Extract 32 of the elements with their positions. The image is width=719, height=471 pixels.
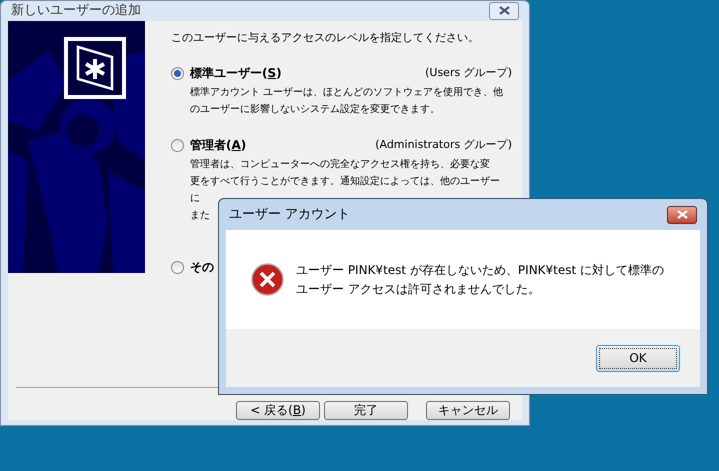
radio-button[interactable] bbox=[171, 138, 184, 152]
close-button[interactable] bbox=[667, 206, 697, 224]
error-message: ユーザー PINK¥test が存在しないため、PINK¥test に対して標準の bbox=[296, 262, 664, 278]
cancel-button[interactable]: キャンセル bbox=[426, 400, 510, 420]
close-button[interactable] bbox=[489, 2, 519, 20]
error-message: ユーザー アクセスは許可されませんでした。 bbox=[296, 280, 541, 298]
ok-button[interactable]: OK bbox=[596, 344, 680, 372]
radio-option[interactable]: その bbox=[171, 258, 214, 276]
group-label: (Administrators グループ) bbox=[375, 136, 513, 153]
description-text: 管理者は、コンピューターへの完全なアクセス権を持ち、必要な変 bbox=[190, 158, 490, 172]
description-text: また bbox=[190, 209, 210, 223]
radio-option[interactable]: 管理者(A) bbox=[171, 136, 246, 154]
dialog-title: ユーザー アカウント bbox=[229, 206, 350, 224]
group-label: (Users グループ) bbox=[425, 64, 513, 81]
option-label: その bbox=[190, 259, 214, 276]
close-icon bbox=[676, 210, 688, 219]
error-icon bbox=[251, 263, 284, 296]
finish-button[interactable]: 完了 bbox=[324, 400, 408, 420]
prompt-text: このユーザーに与えるアクセスのレベルを指定してください。 bbox=[171, 30, 479, 46]
key-icon bbox=[64, 36, 126, 98]
close-icon bbox=[498, 6, 510, 16]
window-title: 新しいユーザーの追加 bbox=[11, 2, 141, 20]
description-text: 標準アカウント ユーザーは、ほとんどのソフトウェアを使用でき、他 bbox=[190, 86, 504, 100]
description-text: 更をすべて行うことができます。通知設定によっては、他のユーザー bbox=[190, 174, 500, 189]
radio-button[interactable] bbox=[171, 66, 184, 80]
radio-button[interactable] bbox=[171, 260, 184, 274]
option-label: 管理者(A) bbox=[190, 137, 246, 154]
radio-option[interactable]: 標準ユーザー(S) bbox=[171, 64, 282, 82]
back-button[interactable]: < 戻る(B) bbox=[236, 400, 320, 420]
description-text: に bbox=[190, 192, 200, 206]
description-text: のユーザーに影響しないシステム設定を変更できます。 bbox=[190, 102, 440, 117]
option-label: 標準ユーザー(S) bbox=[190, 65, 282, 82]
